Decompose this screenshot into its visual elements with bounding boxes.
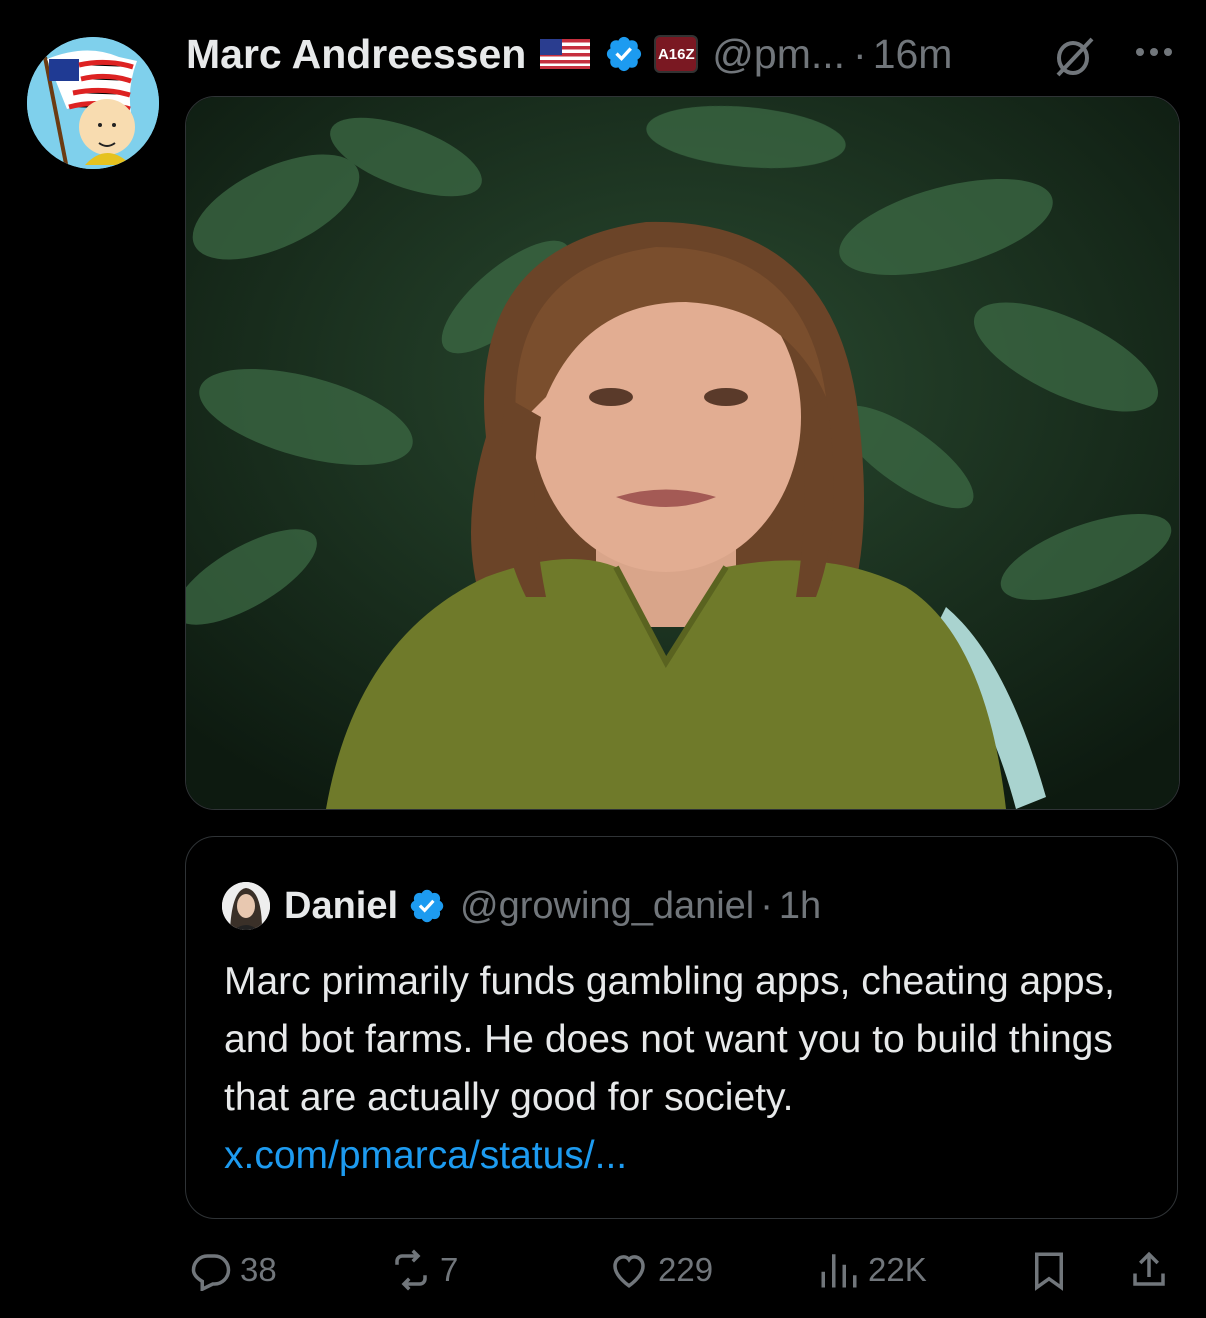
media-image: [186, 97, 1179, 809]
grok-icon[interactable]: [1052, 33, 1098, 79]
verified-badge-icon[interactable]: [604, 34, 644, 74]
repost-button[interactable]: 7: [390, 1240, 458, 1300]
views-icon: [821, 1254, 857, 1288]
author-handle[interactable]: @pm...: [712, 31, 845, 78]
quoted-author-handle[interactable]: @growing_daniel: [460, 885, 754, 928]
views-button[interactable]: 22K: [818, 1240, 927, 1300]
quoted-tweet-time[interactable]: 1h: [779, 885, 821, 928]
tweet-header: Marc Andreessen A16Z @pm... · 16m: [186, 24, 952, 84]
quoted-avatar-image: [222, 882, 270, 930]
quoted-tweet-header: Daniel @growing_daniel · 1h: [222, 881, 821, 931]
more-options-icon[interactable]: [1132, 40, 1176, 64]
bookmark-icon: [1035, 1252, 1063, 1291]
like-button[interactable]: 229: [608, 1240, 713, 1300]
repost-count: 7: [440, 1251, 459, 1288]
view-count: 22K: [868, 1251, 927, 1288]
repost-icon: [395, 1249, 427, 1291]
quoted-tweet-link[interactable]: x.com/pmarca/status/...: [224, 1134, 627, 1177]
quoted-verified-badge-icon[interactable]: [408, 887, 446, 925]
quoted-tweet-body: Marc primarily funds gambling apps, chea…: [224, 960, 1115, 1119]
reply-count: 38: [240, 1251, 277, 1288]
quoted-author-avatar[interactable]: [222, 882, 270, 930]
quoted-author-name[interactable]: Daniel: [284, 885, 398, 928]
tweet-time[interactable]: 16m: [873, 31, 953, 78]
tweet-media[interactable]: [185, 96, 1180, 810]
heart-icon: [613, 1255, 645, 1288]
bookmark-button[interactable]: [1028, 1240, 1070, 1300]
reply-icon: [191, 1254, 231, 1291]
author-name[interactable]: Marc Andreessen: [186, 31, 526, 78]
separator-dot: ·: [853, 30, 867, 77]
affiliation-badge[interactable]: A16Z: [654, 35, 699, 73]
reply-button[interactable]: 38: [190, 1240, 277, 1300]
us-flag-icon: [540, 39, 591, 69]
quoted-tweet-text: Marc primarily funds gambling apps, chea…: [224, 953, 1154, 1185]
share-icon: [1133, 1251, 1165, 1286]
author-avatar[interactable]: [27, 37, 159, 169]
quoted-separator-dot: ·: [760, 884, 773, 927]
like-count: 229: [658, 1251, 714, 1288]
avatar-image: [27, 37, 159, 169]
action-bar: 38 7 229 22K: [0, 1240, 1206, 1300]
quoted-tweet[interactable]: Daniel @growing_daniel · 1h Marc primari…: [185, 836, 1178, 1219]
share-button[interactable]: [1128, 1240, 1170, 1300]
